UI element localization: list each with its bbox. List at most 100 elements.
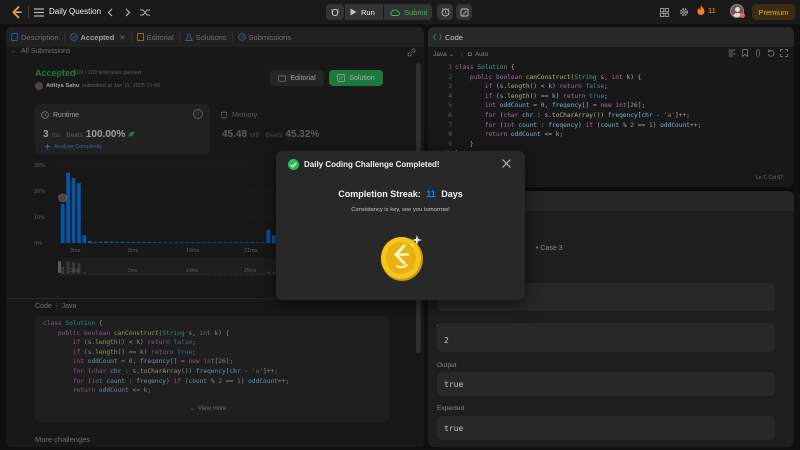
code-line: int oddCount = 0, freqency[] = new int[2… <box>72 358 234 366</box>
submit-button[interactable]: Submit <box>384 4 432 20</box>
runtime-bar[interactable] <box>71 178 76 243</box>
runtime-bar[interactable] <box>163 242 168 243</box>
case-3-tab[interactable]: • Case 3 <box>536 245 563 252</box>
runtime-bar[interactable] <box>234 242 238 243</box>
runtime-bar[interactable] <box>212 242 217 243</box>
tab-solutions[interactable]: Solutions <box>180 27 232 47</box>
runtime-bar[interactable] <box>147 242 152 243</box>
runtime-values: 3 ms Beats 100.00% <box>43 129 135 140</box>
runtime-bar[interactable] <box>185 242 190 243</box>
runtime-bar[interactable] <box>104 241 108 243</box>
tab-accepted[interactable]: Accepted ✕ <box>65 27 131 47</box>
runtime-bar[interactable] <box>217 242 222 243</box>
author-name[interactable]: Aditya Sahu <box>46 83 80 89</box>
editorial-button[interactable]: Editorial <box>270 70 324 86</box>
runtime-bar[interactable] <box>87 240 92 243</box>
runtime-bar[interactable] <box>196 242 200 243</box>
debug-button[interactable] <box>326 4 344 20</box>
runtime-bar[interactable] <box>223 242 228 243</box>
runtime-bar[interactable] <box>190 242 195 243</box>
sparkle-icon <box>44 143 51 150</box>
navigator-handle-left[interactable] <box>58 261 61 273</box>
code-editor[interactable]: class Solution { public boolean canConst… <box>455 63 701 159</box>
author-avatar[interactable] <box>35 82 43 90</box>
runtime-bar[interactable] <box>266 230 271 243</box>
problem-list-icon[interactable] <box>33 6 45 18</box>
output-field: true <box>437 372 775 396</box>
timer-button[interactable] <box>437 4 453 20</box>
prev-question-icon[interactable] <box>104 6 116 18</box>
runtime-bar[interactable] <box>77 183 81 243</box>
tab-code[interactable]: Code <box>428 27 468 47</box>
runtime-bar[interactable] <box>169 242 173 243</box>
runtime-bar[interactable] <box>158 242 163 243</box>
navigator-bar <box>98 273 103 274</box>
layout-grid-icon[interactable] <box>658 6 670 18</box>
submitted-code-block[interactable]: class Solution { public boolean canConst… <box>35 316 389 422</box>
solution-button[interactable]: Solution <box>329 70 383 86</box>
case-3-label: Case 3 <box>540 245 563 252</box>
runtime-bar[interactable] <box>239 242 244 243</box>
runtime-distribution-chart[interactable]: 30% 20% 10% 0% 3ms 8ms 13ms 21ms 3ms 5ms 13ms 25ms <box>32 159 302 291</box>
runtime-bar[interactable] <box>60 204 65 243</box>
tab-description[interactable]: Description <box>6 27 64 47</box>
streak-counter[interactable]: 11 <box>697 5 716 15</box>
bookmark-icon[interactable] <box>740 48 750 58</box>
memory-value: 45.48 <box>222 129 248 140</box>
braces-icon[interactable]: {} <box>753 48 763 58</box>
lock-icon: ◘ <box>467 50 472 58</box>
runtime-bar[interactable] <box>255 242 260 243</box>
runtime-bar[interactable] <box>82 235 87 243</box>
runtime-bar[interactable] <box>152 242 157 243</box>
format-icon[interactable] <box>727 48 737 58</box>
reset-icon[interactable] <box>766 48 776 58</box>
runtime-bar[interactable] <box>114 241 119 243</box>
settings-gear-icon[interactable] <box>678 6 690 18</box>
y-tick-label: 20% <box>34 189 45 195</box>
runtime-bar[interactable] <box>120 241 125 243</box>
shuffle-icon[interactable] <box>139 6 151 18</box>
close-tab-icon[interactable]: ✕ <box>119 33 125 42</box>
next-question-icon[interactable] <box>122 6 134 18</box>
runtime-bar[interactable] <box>66 172 71 243</box>
language-select[interactable]: Java <box>433 51 447 58</box>
memory-label: Memory <box>232 111 258 119</box>
navigator-bar <box>115 273 119 274</box>
submitted-code: class Solution { public boolean canConst… <box>43 319 289 396</box>
runtime-bar[interactable] <box>261 242 265 243</box>
tab-editorial[interactable]: Editorial <box>132 27 179 47</box>
runtime-bar[interactable] <box>93 241 98 243</box>
view-more-button[interactable]: ⌄ View more <box>190 405 226 413</box>
link-icon[interactable] <box>406 47 416 57</box>
runtime-value: 3 <box>43 129 49 140</box>
notes-button[interactable] <box>456 4 472 20</box>
expand-icon[interactable] <box>779 48 789 58</box>
chevron-down-icon: ⌄ <box>190 406 196 412</box>
navigator-bar <box>261 273 265 274</box>
runtime-bar[interactable] <box>244 242 249 243</box>
runtime-bar[interactable] <box>98 241 103 243</box>
runtime-bar[interactable] <box>201 242 206 243</box>
navigator-tick-label: 13ms <box>186 268 199 274</box>
leetcode-logo-icon[interactable] <box>10 5 24 19</box>
runtime-bar[interactable] <box>174 242 179 243</box>
runtime-bar[interactable] <box>228 242 233 243</box>
run-button[interactable]: Run <box>345 4 383 20</box>
runtime-bar[interactable] <box>207 242 211 243</box>
runtime-bar[interactable] <box>142 242 146 243</box>
runtime-bar[interactable] <box>250 242 255 243</box>
runtime-card[interactable]: Runtime i 3 ms Beats 100.00% Analyze Com… <box>35 104 210 154</box>
runtime-bar[interactable] <box>109 241 114 243</box>
analyze-complexity-link[interactable]: Analyze Complexity <box>44 143 102 150</box>
runtime-bar[interactable] <box>131 242 135 243</box>
memory-card[interactable]: Memory 45.48 MB Beats 45.32% <box>214 104 389 154</box>
problem-list-title[interactable]: Daily Question <box>49 7 101 16</box>
all-submissions-link[interactable]: ← All Submissions <box>10 48 70 55</box>
runtime-bar[interactable] <box>179 242 184 243</box>
runtime-bar[interactable] <box>125 242 130 243</box>
premium-button[interactable]: Premium <box>752 4 795 20</box>
close-icon[interactable] <box>500 157 513 170</box>
runtime-bar[interactable] <box>136 242 141 243</box>
tab-submissions[interactable]: Submissions <box>233 27 297 47</box>
info-icon[interactable]: i <box>193 109 203 119</box>
